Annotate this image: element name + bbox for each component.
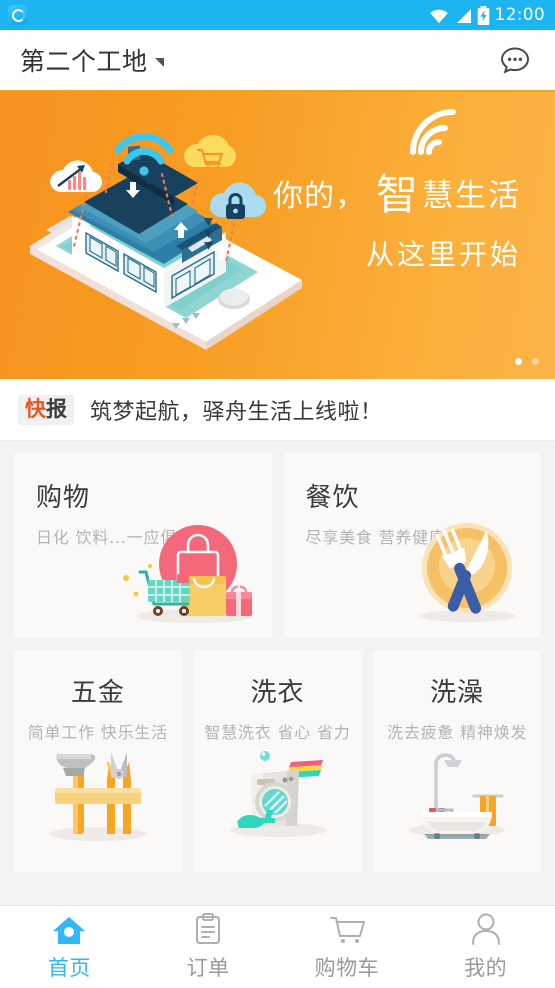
hammer-pliers-illustration (33, 734, 163, 850)
tab-label: 购物车 (314, 955, 380, 980)
tab-label: 我的 (464, 955, 508, 980)
banner-headline-prefix: 你的， (272, 179, 366, 214)
promo-banner[interactable]: 你的， 智 慧生活 从这里开始 (0, 92, 555, 379)
banner-subline: 从这里开始 (365, 238, 521, 271)
app-header: 第二个工地 (0, 30, 555, 92)
category-card-shopping[interactable]: 购物 日化 饮料...一应俱全 (14, 453, 272, 638)
tab-cart[interactable]: 购物车 (278, 906, 417, 988)
chat-bubble-button[interactable] (495, 40, 535, 80)
category-title: 五金 (70, 678, 125, 708)
bathtub-shower-illustration (392, 734, 522, 850)
status-bar-clock: 12:00 (494, 5, 545, 25)
app-screen: 12:00 第二个工地 你的， 智 慧生活 从这里开始 快报 筑梦起航，驿舟生活… (0, 0, 555, 988)
person-icon (471, 913, 501, 945)
banner-headline: 你的， 智 慧生活 从这里开始 (273, 170, 521, 273)
category-row-1: 购物 日化 饮料...一应俱全 餐饮 尽享美食 营养健康 (14, 453, 541, 638)
pagination-dot-1[interactable] (515, 358, 522, 365)
cart-icon (329, 913, 365, 945)
app-launcher-icon (8, 5, 28, 25)
washing-machine-illustration (213, 734, 343, 850)
news-badge: 快报 (18, 394, 74, 425)
news-badge-first-char: 快 (25, 396, 46, 421)
wifi-icon (428, 7, 450, 24)
category-card-laundry[interactable]: 洗衣 智慧洗衣 省心 省力 (193, 650, 362, 872)
tab-home[interactable]: 首页 (0, 906, 139, 988)
banner-headline-rest: 慧生活 (422, 178, 521, 214)
status-bar: 12:00 (0, 0, 555, 30)
category-grid: 购物 日化 饮料...一应俱全 餐饮 尽享美食 营养健康 五金 简单工作 快乐生… (0, 441, 555, 905)
category-title: 餐饮 (305, 483, 360, 513)
tab-label: 首页 (47, 955, 91, 980)
category-title: 洗澡 (430, 678, 485, 708)
clipboard-icon (194, 912, 222, 945)
banner-pagination (515, 358, 539, 365)
home-icon (52, 913, 86, 945)
signal-icon (455, 7, 472, 24)
battery-charging-icon (477, 5, 490, 25)
category-title: 购物 (36, 483, 91, 513)
triangle-down-icon (154, 58, 164, 67)
tab-orders[interactable]: 订单 (139, 906, 278, 988)
pagination-dot-2[interactable] (532, 358, 539, 365)
page-title: 第二个工地 (20, 47, 148, 76)
category-card-hardware[interactable]: 五金 简单工作 快乐生活 (14, 650, 182, 872)
category-title: 洗衣 (250, 678, 305, 708)
news-ticker[interactable]: 快报 筑梦起航，驿舟生活上线啦！ (0, 379, 555, 441)
app-logo-ring-icon (11, 8, 25, 22)
news-headline: 筑梦起航，驿舟生活上线啦！ (90, 399, 383, 425)
news-badge-second-char: 报 (46, 396, 67, 421)
chat-bubble-icon (500, 47, 530, 74)
tab-profile[interactable]: 我的 (416, 906, 555, 988)
header-actions (495, 40, 535, 80)
site-selector[interactable]: 第二个工地 (20, 42, 164, 78)
wifi-signal-icon (403, 104, 465, 162)
category-row-2: 五金 简单工作 快乐生活 洗衣 智慧洗衣 省心 省力 洗澡 洗去疲惫 精神焕发 (14, 650, 542, 872)
status-bar-indicators: 12:00 (428, 5, 546, 25)
tab-label: 订单 (186, 955, 230, 980)
plate-fork-knife-illustration (401, 510, 533, 634)
banner-headline-big: 智 (375, 170, 418, 219)
bottom-navigation: 首页 订单 购物车 我的 (0, 905, 555, 988)
category-card-dining[interactable]: 餐饮 尽享美食 营养健康 (283, 453, 541, 638)
shopping-bag-cart-gift-illustration (114, 510, 264, 634)
category-card-bath[interactable]: 洗澡 洗去疲惫 精神焕发 (373, 650, 542, 872)
